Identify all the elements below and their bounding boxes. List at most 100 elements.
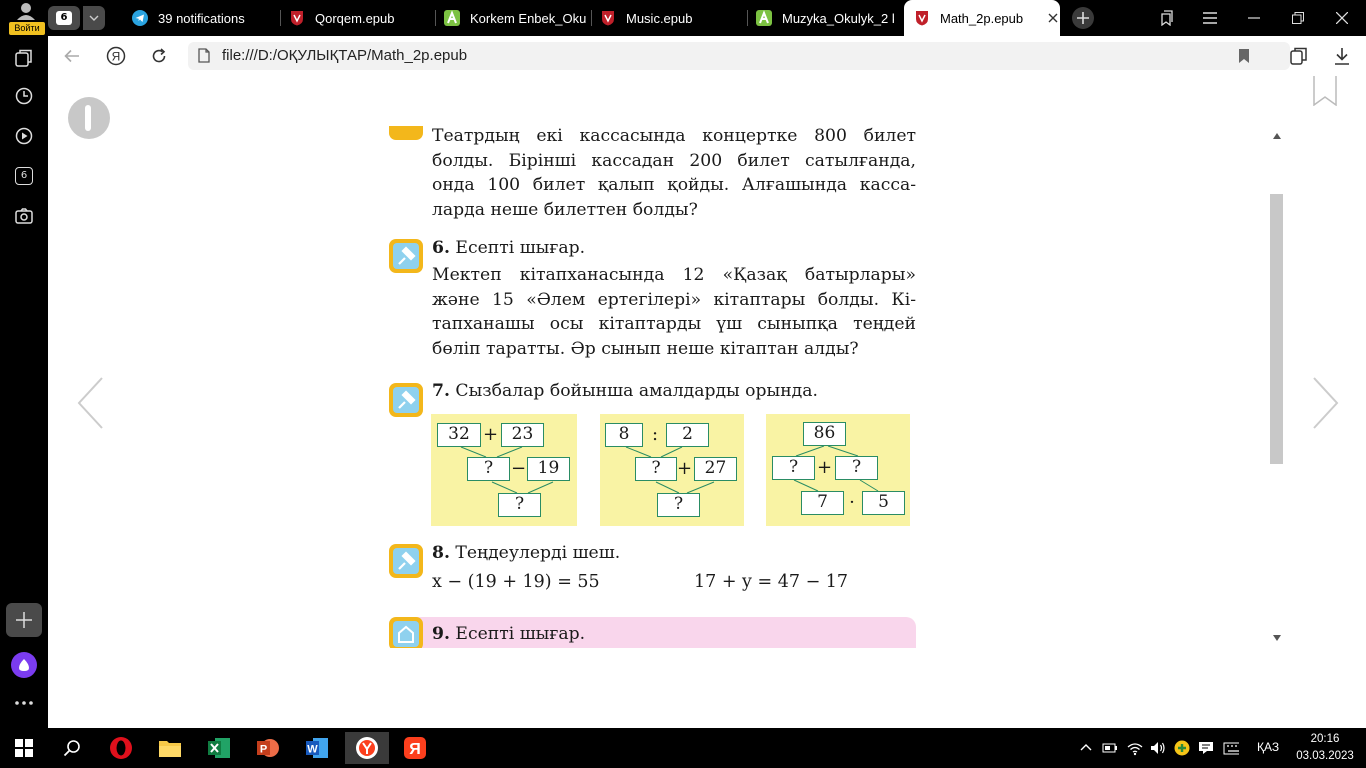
keyboard-icon[interactable] xyxy=(1223,740,1239,756)
tabs-badge: 6 xyxy=(15,167,33,185)
chevron-up-icon[interactable] xyxy=(1080,740,1096,756)
powerpoint-icon: P xyxy=(257,739,279,757)
task9-heading: 9. Есепті шығар. xyxy=(432,622,585,646)
schema-box: 32 xyxy=(437,423,481,447)
scrollbar-thumb[interactable] xyxy=(1270,194,1283,464)
wifi-icon[interactable] xyxy=(1127,740,1143,756)
excel-icon xyxy=(208,738,230,758)
restore-icon xyxy=(1292,12,1304,24)
yandex-logo-icon: Я xyxy=(106,46,126,66)
tab-korkem-enbek[interactable]: Korkem Enbek_Oku xyxy=(444,0,587,36)
taskbar-powerpoint[interactable]: P xyxy=(250,732,286,764)
schema-box: ? xyxy=(635,457,677,481)
tab-counter-button[interactable]: 6 xyxy=(48,6,80,30)
schema-operator: · xyxy=(849,492,855,513)
scroll-down-arrow[interactable] xyxy=(1272,634,1282,642)
sidebar-screenshot-button[interactable] xyxy=(12,204,36,228)
equation-1: x − (19 + 19) = 55 xyxy=(432,572,600,592)
minimize-button[interactable] xyxy=(1244,8,1264,28)
tab-math-active[interactable]: Math_2p.epub xyxy=(904,0,1060,36)
tab-bar: Войти 6 39 notifications Qorqem.epub Kor… xyxy=(0,0,1366,36)
reload-icon xyxy=(152,48,166,63)
tab-muzyka[interactable]: Muzyka_Okulyk_2 k xyxy=(756,0,894,36)
schema-1: 32 + 23 ? − 19 ? xyxy=(431,414,577,526)
new-tab-button[interactable] xyxy=(1072,7,1094,29)
sidebar-collections-button[interactable] xyxy=(12,46,36,70)
tab-qorqem[interactable]: Qorqem.epub xyxy=(289,0,427,36)
task-title: Есепті шығар. xyxy=(455,624,586,644)
epub-shield-icon xyxy=(289,10,305,26)
schema-box: 27 xyxy=(694,457,737,481)
menu-button[interactable] xyxy=(1200,8,1220,28)
reload-button[interactable] xyxy=(147,44,171,68)
search-button[interactable] xyxy=(54,732,90,764)
sidebar-add-button[interactable] xyxy=(6,603,42,637)
schema-box: ? xyxy=(498,493,541,517)
task5-icon xyxy=(389,126,423,140)
sidebar: 6 xyxy=(0,36,48,728)
restore-button[interactable] xyxy=(1288,8,1308,28)
schema-operator: + xyxy=(817,457,833,478)
page-bookmark-icon[interactable] xyxy=(1313,76,1337,106)
next-page-arrow[interactable] xyxy=(1310,376,1340,430)
task-number: 6. xyxy=(432,238,450,258)
sidebar-history-button[interactable] xyxy=(12,84,36,108)
yandex-home-button[interactable]: Я xyxy=(104,44,128,68)
taskbar-word[interactable]: W xyxy=(299,732,335,764)
clock[interactable]: 20:16 03.03.2023 xyxy=(1295,731,1355,765)
scroll-up-arrow[interactable] xyxy=(1272,132,1282,140)
tab-label: Music.epub xyxy=(626,10,693,26)
language-indicator[interactable]: ҚАЗ xyxy=(1257,740,1279,754)
task7-heading: 7. Сызбалар бойынша амалдарды орында. xyxy=(432,379,818,403)
pause-icon xyxy=(85,105,91,131)
tab-music[interactable]: Music.epub xyxy=(600,0,740,36)
alice-assistant-button[interactable] xyxy=(11,652,37,678)
url-field[interactable]: file:///D:/ОҚУЛЫҚТАР/Math_2p.epub xyxy=(188,42,1290,70)
schema-2: 8 : 2 ? + 27 ? xyxy=(600,414,744,526)
svg-text:P: P xyxy=(260,744,267,756)
tab-collections-button[interactable] xyxy=(1156,8,1176,28)
reader-mode-button[interactable] xyxy=(1287,44,1311,68)
yandex-browser-icon xyxy=(356,737,378,759)
bookmark-icon[interactable] xyxy=(1238,48,1250,64)
tab-label: 39 notifications xyxy=(158,10,245,26)
taskbar-opera[interactable] xyxy=(103,732,139,764)
taskbar-excel[interactable] xyxy=(201,732,237,764)
reader-icon xyxy=(1290,47,1307,65)
plus-icon xyxy=(1077,12,1089,24)
user-icon xyxy=(17,3,35,20)
pause-reading-button[interactable] xyxy=(68,97,110,139)
text-line: онда 100 билет қалып қойды. Алғашында ка… xyxy=(432,175,916,195)
play-icon xyxy=(15,127,33,145)
schema-box: ? xyxy=(772,456,815,480)
epub-shield-icon xyxy=(914,10,930,26)
camera-icon xyxy=(15,208,33,224)
downloads-button[interactable] xyxy=(1330,44,1354,68)
sidebar-video-button[interactable] xyxy=(12,124,36,148)
app-tray-icon[interactable] xyxy=(1174,740,1190,756)
opera-icon xyxy=(110,737,132,759)
task-title: Сызбалар бойынша амалдарды орында. xyxy=(455,381,818,401)
tab-list-dropdown[interactable] xyxy=(83,6,105,30)
previous-page-arrow[interactable] xyxy=(76,376,106,430)
taskbar-file-explorer[interactable] xyxy=(152,732,188,764)
start-button[interactable] xyxy=(6,732,42,764)
epub-viewer: Театрдың екі кассасында концертке 800 би… xyxy=(48,76,1366,728)
volume-icon[interactable] xyxy=(1150,740,1166,756)
profile-button[interactable]: Войти xyxy=(4,2,45,35)
alice-icon xyxy=(19,659,29,671)
sidebar-tabs-counter[interactable]: 6 xyxy=(12,164,36,188)
browser-window: Войти 6 39 notifications Qorqem.epub Kor… xyxy=(0,0,1366,768)
battery-icon[interactable] xyxy=(1102,740,1118,756)
close-icon[interactable] xyxy=(1048,13,1058,23)
pin-task-icon xyxy=(389,383,423,417)
notifications-icon[interactable] xyxy=(1198,740,1214,756)
taskbar-yandex[interactable]: Я xyxy=(397,732,433,764)
text-line: бөліп таратты. Әр сынып неше кітаптан ал… xyxy=(432,338,859,359)
sidebar-more-button[interactable] xyxy=(12,691,36,715)
text-line: тапханашы осы кітаптарды үш сыныпқа теңд… xyxy=(432,314,916,334)
tab-telegram[interactable]: 39 notifications xyxy=(132,0,282,36)
back-button[interactable] xyxy=(60,44,84,68)
taskbar-yandex-browser[interactable] xyxy=(345,732,389,764)
close-window-button[interactable] xyxy=(1332,8,1352,28)
